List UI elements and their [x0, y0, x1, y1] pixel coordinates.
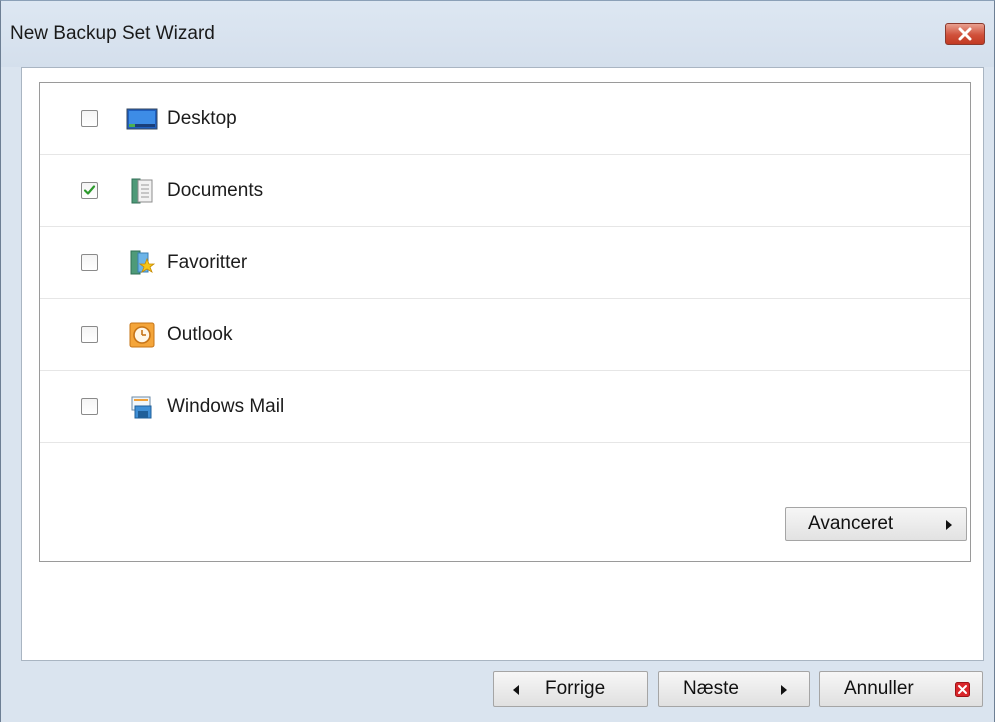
desktop-checkbox[interactable]: [81, 110, 98, 127]
arrow-left-icon: [513, 685, 519, 695]
next-button-label: Næste: [683, 678, 739, 699]
arrow-right-icon: [946, 520, 952, 530]
favorites-icon: [125, 250, 159, 275]
desktop-icon: [125, 107, 159, 131]
desktop-label: Desktop: [167, 107, 237, 129]
favoritter-label: Favoritter: [167, 251, 248, 273]
cancel-button[interactable]: Annuller: [819, 671, 983, 707]
close-button[interactable]: [945, 23, 985, 45]
arrow-right-icon: [781, 685, 787, 695]
checkmark-icon: [83, 185, 96, 195]
backup-source-list: Desktop Documents Favoritter Outlook Win…: [39, 82, 971, 562]
list-item-windows-mail[interactable]: Windows Mail: [40, 371, 970, 443]
wizard-window: New Backup Set Wizard Desktop Documents …: [0, 0, 995, 722]
next-button[interactable]: Næste: [658, 671, 810, 707]
favoritter-checkbox[interactable]: [81, 254, 98, 271]
close-icon: [958, 27, 972, 41]
outlook-label: Outlook: [167, 323, 233, 345]
previous-button-label: Forrige: [545, 678, 606, 699]
windows-mail-icon: [125, 395, 159, 419]
list-item-outlook[interactable]: Outlook: [40, 299, 970, 371]
window-title: New Backup Set Wizard: [10, 23, 215, 44]
outlook-checkbox[interactable]: [81, 326, 98, 343]
list-item-favoritter[interactable]: Favoritter: [40, 227, 970, 299]
outlook-icon: [125, 322, 159, 347]
documents-checkbox[interactable]: [81, 182, 98, 199]
windows-mail-checkbox[interactable]: [81, 398, 98, 415]
advanced-button-label: Avanceret: [808, 513, 894, 534]
list-item-documents[interactable]: Documents: [40, 155, 970, 227]
documents-label: Documents: [167, 179, 264, 201]
cancel-button-label: Annuller: [844, 678, 914, 699]
list-item-desktop[interactable]: Desktop: [40, 83, 970, 155]
advanced-button[interactable]: Avanceret: [785, 507, 967, 541]
title-bar: New Backup Set Wizard: [1, 1, 994, 67]
windows-mail-label: Windows Mail: [167, 395, 285, 417]
previous-button[interactable]: Forrige: [493, 671, 648, 707]
cancel-icon: [955, 682, 970, 697]
content-panel: Desktop Documents Favoritter Outlook Win…: [21, 67, 984, 661]
documents-icon: [125, 178, 159, 203]
